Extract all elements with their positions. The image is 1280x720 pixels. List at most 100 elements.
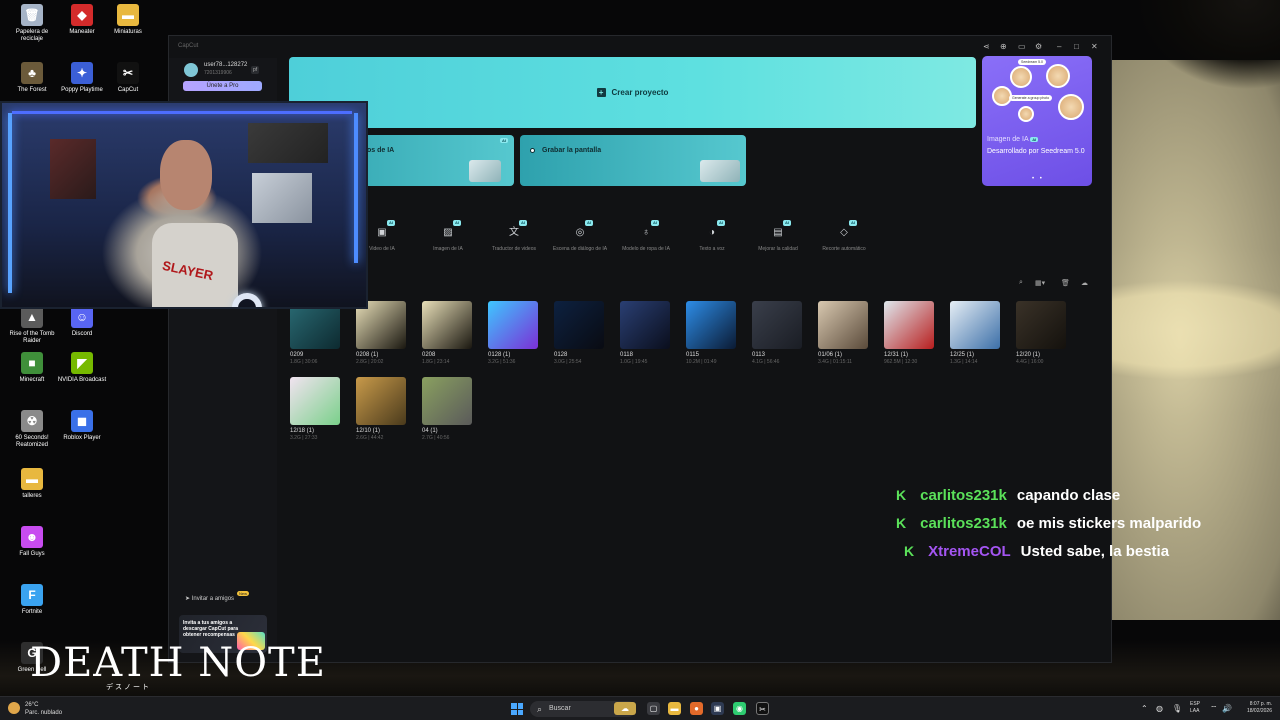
project-name: 0208 (1) xyxy=(356,352,379,358)
app-icon: ☻ xyxy=(21,526,43,548)
tool-button[interactable]: AI ◎ Escena de diálogo de IA xyxy=(549,216,611,252)
firefox-icon[interactable]: ● xyxy=(690,702,703,715)
desktop-icon[interactable]: ▬ talleres xyxy=(4,468,60,500)
desktop-icon[interactable]: ◼ Roblox Player xyxy=(54,410,110,442)
project-name: 0113 xyxy=(752,352,765,358)
desktop-icon[interactable]: ♣ The Forest xyxy=(4,62,60,94)
project-item[interactable]: 12/20 (1) 4.4G | 16:00 xyxy=(1016,301,1066,365)
desktop-icon[interactable]: F Fortnite xyxy=(4,584,60,616)
desktop-icon[interactable]: ☺ Discord xyxy=(54,306,110,338)
moon-wallpaper xyxy=(1090,60,1280,620)
project-item[interactable]: 0208 (1) 2.8G | 20:02 xyxy=(356,301,406,365)
weather-icon[interactable] xyxy=(8,702,20,714)
feedback-icon[interactable]: ▭ xyxy=(1018,42,1026,51)
desktop-icon[interactable]: 🗑 Papelera de reciclaje xyxy=(4,4,60,43)
project-item[interactable]: 0128 (1) 3.2G | 51:36 xyxy=(488,301,538,365)
desktop-icon[interactable]: ☢ 60 Seconds! Reatomized xyxy=(4,410,60,449)
desktop-icon[interactable]: ◤ NVIDIA Broadcast xyxy=(54,352,110,384)
ai-image-promo-card[interactable]: Seedream 5.0 Generate a group photo Imag… xyxy=(982,56,1092,186)
desktop-icon-label: talleres xyxy=(22,493,42,499)
project-item[interactable]: 0128 3.0G | 25:54 xyxy=(554,301,604,365)
desktop-icon[interactable]: ✂ CapCut xyxy=(100,62,156,94)
tool-button[interactable]: AI ◇ Recorte automático xyxy=(813,216,875,252)
tray-app-icon[interactable]: ◍ xyxy=(1156,704,1163,713)
project-item[interactable]: 01/06 (1) 3.4G | 01:15:11 xyxy=(818,301,868,365)
create-project-button[interactable]: + Crear proyecto xyxy=(289,57,976,128)
project-name: 04 (1) xyxy=(422,428,438,434)
carousel-dots[interactable]: • • xyxy=(1032,176,1044,182)
chat-message: K XtremeCOL Usted sabe, la bestia xyxy=(904,543,1169,560)
app-icon: 🗑 xyxy=(21,4,43,26)
app-icon: ☢ xyxy=(21,410,43,432)
user-id: 7201319906 xyxy=(204,70,232,76)
tool-button[interactable]: AI ▨ Imagen de IA xyxy=(417,216,479,252)
settings-icon[interactable]: ⚙ xyxy=(1035,42,1042,51)
avatar[interactable] xyxy=(184,63,198,77)
promo-avatar xyxy=(1046,64,1070,88)
project-item[interactable]: 12/31 (1) 962.5M | 12:30 xyxy=(884,301,934,365)
windows-start-icon[interactable] xyxy=(511,703,523,715)
desktop-icon[interactable]: ▲ Rise of the Tomb Raider xyxy=(4,306,60,345)
project-thumbnail xyxy=(686,301,736,349)
task-view-icon[interactable]: ▢ xyxy=(647,702,660,715)
app-icon[interactable]: ◉ xyxy=(733,702,746,715)
clock[interactable]: 8:07 p. m. 18/02/2026 xyxy=(1238,701,1272,715)
project-meta: 10.2M | 01:49 xyxy=(686,359,717,365)
ai-badge: AI xyxy=(717,220,725,226)
view-toggle-icon[interactable]: ▦▾ xyxy=(1035,279,1045,287)
desktop-icon-label: Miniaturas xyxy=(114,29,142,35)
file-explorer-icon[interactable]: ▬ xyxy=(668,702,681,715)
project-item[interactable]: 0208 1.8G | 23:14 xyxy=(422,301,472,365)
language-indicator[interactable]: ESP LAA xyxy=(1190,701,1200,715)
store-icon[interactable]: ▣ xyxy=(711,702,724,715)
project-item[interactable]: 0113 4.1G | 56:46 xyxy=(752,301,802,365)
project-item[interactable]: 0115 10.2M | 01:49 xyxy=(686,301,736,365)
taskbar: 26°C Parc. nublado ⌕ Buscar ☁ ▢ ▬ ● ▣ ◉ … xyxy=(0,696,1280,720)
tray-chevron-icon[interactable]: ⌃ xyxy=(1141,704,1148,713)
widgets-icon[interactable]: ☁ xyxy=(614,702,636,715)
project-meta: 2.8G | 20:02 xyxy=(356,359,384,365)
language-sub: LAA xyxy=(1190,708,1200,714)
invite-friends-button[interactable]: ➤ Invitar a amigos xyxy=(185,595,234,602)
cloud-icon[interactable]: ☁ xyxy=(1081,279,1088,287)
project-item[interactable]: 12/18 (1) 3.2G | 27:33 xyxy=(290,377,340,441)
tool-button[interactable]: AI ♁ Modelo de ropa de IA xyxy=(615,216,677,252)
desktop-icon[interactable]: ☻ Fall Guys xyxy=(4,526,60,558)
project-meta: 2.6G | 44:42 xyxy=(356,435,384,441)
desktop-icon[interactable]: ▬ Miniaturas xyxy=(100,4,156,36)
project-item[interactable]: 04 (1) 2.7G | 40:56 xyxy=(422,377,472,441)
desktop-icon[interactable]: ■ Minecraft xyxy=(4,352,60,384)
capcut-taskbar-icon[interactable]: ✂ xyxy=(756,702,769,715)
search-icon[interactable]: ⌕ xyxy=(1019,279,1023,287)
delete-icon[interactable]: 🗑 xyxy=(1061,279,1070,287)
card-label: os de IA xyxy=(367,147,395,154)
project-item[interactable]: 12/10 (1) 2.6G | 44:42 xyxy=(356,377,406,441)
project-thumbnail xyxy=(752,301,802,349)
app-icon: ▲ xyxy=(21,306,43,328)
tool-button[interactable]: AI ▤ Mejorar la calidad xyxy=(747,216,809,252)
tool-icon: ▣ xyxy=(377,227,387,238)
volume-icon[interactable]: 🔊 xyxy=(1222,704,1232,713)
plus-icon: + xyxy=(596,88,606,97)
share-icon[interactable]: ⋖ xyxy=(983,42,990,51)
chat-text: Usted sabe, la bestia xyxy=(1020,543,1170,560)
project-item[interactable]: 12/25 (1) 1.3G | 14:14 xyxy=(950,301,1000,365)
minimize-icon[interactable]: – xyxy=(1057,42,1061,51)
tool-label: Traductor de videos xyxy=(491,246,536,252)
project-item[interactable]: 0209 1.8G | 30:06 xyxy=(290,301,340,365)
maximize-icon[interactable]: □ xyxy=(1074,42,1079,51)
chat-message: Kcarlitos231k capando clase xyxy=(896,487,1120,504)
tool-label: Modelo de ropa de IA xyxy=(622,246,670,252)
close-icon[interactable]: ✕ xyxy=(1091,42,1098,51)
microphone-icon[interactable]: 🎙 xyxy=(1172,704,1182,713)
weather-widget[interactable]: 26°C Parc. nublado xyxy=(25,701,62,717)
app-icon: F xyxy=(21,584,43,606)
tool-button[interactable]: AI ◑ Texto a voz xyxy=(681,216,743,252)
project-meta: 3.0G | 25:54 xyxy=(554,359,582,365)
help-icon[interactable]: ⊕ xyxy=(1000,42,1007,51)
wifi-icon[interactable]: ⌔ xyxy=(1210,704,1218,714)
project-item[interactable]: 0118 1.0G | 19:45 xyxy=(620,301,670,365)
tool-button[interactable]: AI 文 Traductor de videos xyxy=(483,216,545,252)
record-screen-card[interactable]: Grabar la pantalla xyxy=(520,135,746,186)
join-pro-button[interactable]: Únete a Pro xyxy=(183,81,262,91)
